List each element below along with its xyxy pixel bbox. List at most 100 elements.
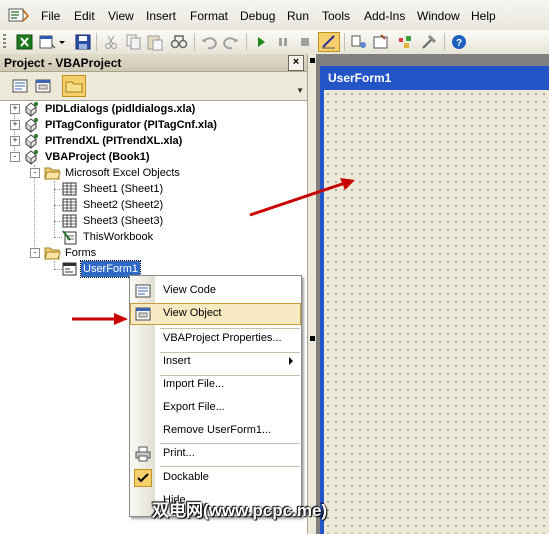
menu-item-view-object[interactable]: View Object [130,303,301,325]
printer-icon [135,446,151,462]
properties-window-icon[interactable] [372,33,390,51]
menu-item-view-code[interactable]: View Code [130,280,301,302]
tree-connector [54,221,62,222]
object-browser-icon[interactable] [396,33,414,51]
tree-item-label: Microsoft Excel Objects [65,167,180,179]
close-icon[interactable]: × [288,55,304,71]
copy-icon[interactable] [124,33,142,51]
save-icon[interactable] [74,33,92,51]
userform-grid-canvas[interactable] [324,90,549,534]
collapse-icon[interactable]: - [30,168,40,178]
menu-file[interactable]: File [41,9,60,23]
view-object-icon [135,307,151,321]
tree-item-label: PIDLdialogs (pidldialogs.xla) [45,103,196,115]
open-folder-icon [44,247,61,260]
run-icon[interactable] [252,33,270,51]
userform-caption: UserForm1 [328,71,392,85]
project-explorer-title: Project - VBAProject [4,56,122,70]
menu-window[interactable]: Window [417,9,460,23]
vba-project-icon [25,150,38,165]
menu-item-label: VBAProject Properties... [163,332,282,344]
tree-item-label: PITrendXL (PITrendXL.xla) [45,135,183,147]
menu-item-label: Insert [163,355,191,367]
menu-item-export-file[interactable]: Export File... [130,397,301,419]
view-code-icon[interactable] [10,76,30,96]
expand-icon[interactable]: + [10,120,20,130]
tree-item-label: Sheet1 (Sheet1) [83,183,164,195]
toolbar-separator [344,33,345,51]
menu-item-import-file[interactable]: Import File... [130,374,301,396]
tree-connector [14,109,15,157]
resize-handle[interactable] [310,58,315,63]
vba-editor-app-icon[interactable] [8,7,30,23]
menu-help[interactable]: Help [471,9,496,23]
submenu-arrow-icon [289,357,293,365]
menu-format[interactable]: Format [190,9,228,23]
menu-item-print[interactable]: Print... [130,443,301,465]
insert-userform-icon[interactable] [38,33,56,51]
vba-project-icon [25,102,38,117]
menu-item-remove-userform1[interactable]: Remove UserForm1... [130,420,301,442]
tree-connector [54,269,62,270]
worksheet-icon [62,214,77,228]
menu-view[interactable]: View [108,9,134,23]
tree-item-label: PITagConfigurator (PITagCnf.xla) [45,119,217,131]
menu-item-label: Remove UserForm1... [163,424,272,436]
toolbar-separator [194,33,195,51]
cut-icon[interactable] [102,33,120,51]
menu-item-label: Dockable [163,471,209,483]
break-icon[interactable] [274,33,292,51]
view-code-icon [135,284,151,298]
project-explorer-icon[interactable] [350,33,368,51]
worksheet-icon [62,182,77,196]
userform-icon [62,262,77,276]
project-explorer-toolbar: ▼ [0,72,307,101]
red-arrow-to-form [249,178,355,217]
tree-item-label: Sheet2 (Sheet2) [83,199,164,211]
menu-debug[interactable]: Debug [240,9,275,23]
collapse-icon[interactable]: - [10,152,20,162]
chevron-down-icon[interactable]: ▼ [296,86,304,95]
menu-item-label: View Code [163,284,216,296]
view-object-icon[interactable] [33,76,53,96]
menu-edit[interactable]: Edit [74,9,95,23]
worksheet-icon [62,198,77,212]
menu-item-dockable[interactable]: Dockable [130,467,301,489]
menu-run[interactable]: Run [287,9,309,23]
menu-add-ins[interactable]: Add-Ins [364,9,405,23]
svg-text:?: ? [456,38,462,49]
menu-tools[interactable]: Tools [322,9,350,23]
expand-icon[interactable]: + [10,104,20,114]
context-menu: View Code View Object VBAProject Propert… [129,275,302,517]
design-mode-icon[interactable] [318,32,340,52]
expand-icon[interactable]: + [10,136,20,146]
menu-insert[interactable]: Insert [146,9,176,23]
menu-item-insert[interactable]: Insert [130,351,301,373]
help-icon[interactable]: ? [450,33,468,51]
userform-window[interactable]: UserForm1 [320,66,549,534]
menu-item-label: View Object [163,307,222,319]
vba-project-icon [25,118,38,133]
toolbar-grip[interactable] [3,34,6,50]
toggle-folders-icon[interactable] [62,75,86,97]
tree-connector [54,205,62,206]
reset-icon[interactable] [296,33,314,51]
checkmark-icon [134,469,152,487]
toolbox-icon[interactable] [420,33,438,51]
menu-item-label: Import File... [163,378,225,390]
menu-item-label: Print... [163,447,195,459]
resize-handle[interactable] [310,336,315,341]
open-folder-icon [44,167,61,180]
dropdown-arrow-icon[interactable] [58,33,66,51]
watermark-text: 双电网(www.pcpc.me) [152,501,328,520]
toolbar-separator [444,33,445,51]
find-icon[interactable] [170,33,188,51]
excel-icon[interactable] [16,33,34,51]
paste-icon[interactable] [146,33,164,51]
tree-connector [54,189,62,190]
collapse-icon[interactable]: - [30,248,40,258]
project-explorer-title-bar[interactable]: Project - VBAProject × [0,54,307,72]
redo-icon[interactable] [222,33,240,51]
undo-icon[interactable] [200,33,218,51]
menu-item-vbaproject-properties[interactable]: VBAProject Properties... [130,328,301,350]
